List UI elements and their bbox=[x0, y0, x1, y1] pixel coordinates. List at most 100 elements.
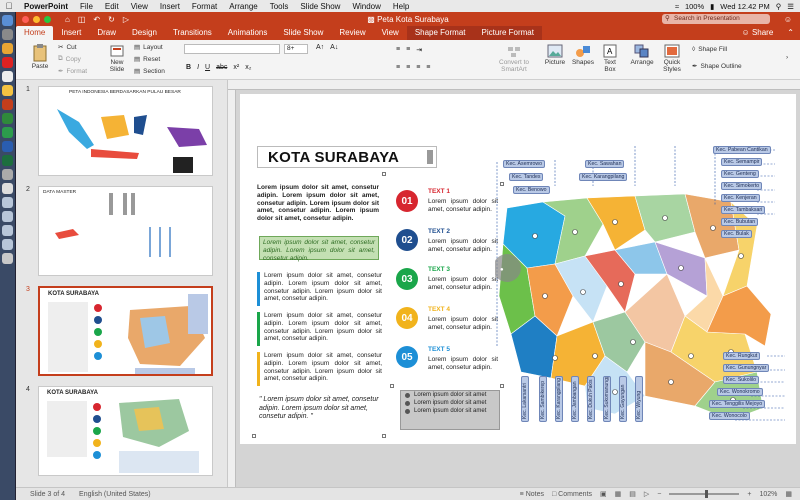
tab-transitions[interactable]: Transitions bbox=[165, 26, 220, 40]
kec-label[interactable]: Kec. Tenggilis Mejoyo bbox=[709, 400, 766, 408]
subscript-button[interactable]: x₂ bbox=[245, 64, 251, 71]
zoom-in-icon[interactable]: + bbox=[747, 491, 751, 498]
justify-icon[interactable]: ≡ bbox=[426, 64, 430, 71]
slide-thumbnail-3[interactable]: KOTA SURABAYA bbox=[38, 286, 213, 376]
kec-label[interactable]: Kec. Dukuh Pakis bbox=[587, 376, 595, 422]
decrease-font-icon[interactable]: A↓ bbox=[330, 44, 338, 51]
share-button[interactable]: ☺ Share bbox=[734, 26, 782, 40]
bold-text-block[interactable]: Lorem ipsum dolor sit amet, consetur adi… bbox=[257, 184, 379, 223]
slide-thumbnail-4[interactable]: KOTA SURABAYA bbox=[38, 386, 213, 476]
number-circle-01[interactable]: 01 bbox=[396, 190, 418, 212]
tab-review[interactable]: Review bbox=[331, 26, 373, 40]
menu-slideshow[interactable]: Slide Show bbox=[294, 2, 346, 11]
folder-icon-3[interactable] bbox=[2, 225, 13, 236]
sorter-view-icon[interactable]: ▦ bbox=[615, 490, 622, 498]
bold-button[interactable]: B bbox=[186, 64, 191, 71]
underline-button[interactable]: U bbox=[205, 64, 210, 71]
folder-icon[interactable] bbox=[2, 197, 13, 208]
numbering-icon[interactable]: ≡ bbox=[406, 46, 410, 54]
redo-icon[interactable]: ↻ bbox=[108, 15, 115, 24]
sheets-icon[interactable] bbox=[2, 155, 13, 166]
tab-animations[interactable]: Animations bbox=[220, 26, 276, 40]
menu-file[interactable]: File bbox=[74, 2, 99, 11]
shapes-button[interactable]: Shapes bbox=[570, 44, 596, 66]
item-desc-4[interactable]: Lorem ipsum dolor sit amet, consetur adi… bbox=[428, 316, 498, 332]
reset-button[interactable]: ▤ Reset bbox=[134, 55, 160, 64]
italic-button[interactable]: I bbox=[197, 64, 199, 71]
calendar-icon[interactable] bbox=[2, 71, 13, 82]
kec-label[interactable]: Kec. Tandes bbox=[509, 173, 544, 181]
powerpoint-icon[interactable] bbox=[2, 99, 13, 110]
kec-label[interactable]: Kec. Sukolilo bbox=[723, 376, 759, 384]
slide-thumbnail-2[interactable]: DATA MASTER bbox=[38, 186, 213, 276]
folder-icon-2[interactable] bbox=[2, 211, 13, 222]
number-circle-03[interactable]: 03 bbox=[396, 268, 418, 290]
menu-format[interactable]: Format bbox=[186, 2, 223, 11]
slide-title[interactable]: KOTA SURABAYA bbox=[257, 146, 437, 168]
app-icon[interactable] bbox=[2, 169, 13, 180]
shape-fill-button[interactable]: ◊ Shape Fill bbox=[692, 46, 727, 53]
selection-handle[interactable] bbox=[382, 434, 386, 438]
kec-label[interactable]: Kec. Lakarsantri bbox=[521, 376, 529, 422]
font-name-input[interactable] bbox=[184, 44, 280, 54]
menu-edit[interactable]: Edit bbox=[99, 2, 125, 11]
tab-draw[interactable]: Draw bbox=[89, 26, 124, 40]
save-icon[interactable]: ◫ bbox=[78, 15, 86, 24]
menu-tools[interactable]: Tools bbox=[264, 2, 295, 11]
item-desc-1[interactable]: Lorem ipsum dolor sit amet, consetur adi… bbox=[428, 198, 498, 214]
paste-button[interactable]: Paste bbox=[26, 44, 54, 70]
normal-view-icon[interactable]: ▣ bbox=[600, 490, 607, 498]
kec-label[interactable]: Kec. Jambangan bbox=[571, 376, 579, 422]
text-block-1[interactable]: Lorem ipsum dolor sit amet, consetur adi… bbox=[264, 272, 382, 303]
kec-label[interactable]: Kec. Wiyung bbox=[635, 376, 643, 422]
notes-button[interactable]: ≡ Notes bbox=[520, 491, 544, 498]
bullets-icon[interactable]: ≡ bbox=[396, 46, 400, 54]
number-circle-02[interactable]: 02 bbox=[396, 229, 418, 251]
horizontal-ruler[interactable] bbox=[228, 80, 800, 90]
chrome-icon[interactable] bbox=[2, 43, 13, 54]
excel-icon[interactable] bbox=[2, 113, 13, 124]
kec-label[interactable]: Kec. Bulak bbox=[721, 230, 752, 238]
menu-view[interactable]: View bbox=[125, 2, 154, 11]
whatsapp-icon[interactable] bbox=[2, 127, 13, 138]
text-block-3[interactable]: Lorem ipsum dolor sit amet, consetur adi… bbox=[264, 352, 382, 383]
layout-button[interactable]: ▤ Layout bbox=[134, 43, 163, 52]
spotlight-icon[interactable]: ⚲ bbox=[776, 2, 782, 11]
vertical-ruler[interactable] bbox=[228, 90, 236, 487]
kec-label[interactable]: Kec. Tambaksari bbox=[721, 206, 766, 214]
ribbon-more-icon[interactable]: › bbox=[786, 54, 788, 61]
item-desc-3[interactable]: Lorem ipsum dolor sit amet, consetur adi… bbox=[428, 276, 498, 292]
kec-label[interactable]: Kec. Sawahan bbox=[585, 160, 625, 168]
kec-label[interactable]: Kec. Genteng bbox=[721, 170, 759, 178]
cut-button[interactable]: ✂ Cut bbox=[58, 43, 77, 52]
tab-picture-format[interactable]: Picture Format bbox=[473, 26, 542, 40]
word-icon[interactable] bbox=[2, 141, 13, 152]
selection-handle[interactable] bbox=[390, 384, 394, 388]
item-desc-2[interactable]: Lorem ipsum dolor sit amet, consetur adi… bbox=[428, 238, 498, 254]
language-indicator[interactable]: English (United States) bbox=[65, 491, 151, 498]
minimize-icon[interactable] bbox=[33, 15, 40, 23]
zoom-level[interactable]: 102% bbox=[759, 491, 777, 498]
shape-outline-button[interactable]: ✒ Shape Outline bbox=[692, 62, 742, 71]
tab-home[interactable]: Home bbox=[16, 26, 54, 40]
align-center-icon[interactable]: ≡ bbox=[406, 64, 410, 71]
finder-icon[interactable] bbox=[2, 15, 13, 26]
tab-shape-format[interactable]: Shape Format bbox=[406, 26, 474, 40]
menu-app[interactable]: PowerPoint bbox=[18, 2, 74, 11]
tab-insert[interactable]: Insert bbox=[53, 26, 89, 40]
item-desc-5[interactable]: Lorem ipsum dolor sit amet, consetur adi… bbox=[428, 356, 498, 372]
increase-font-icon[interactable]: A↑ bbox=[316, 44, 324, 51]
tab-design[interactable]: Design bbox=[124, 26, 165, 40]
zoom-out-icon[interactable]: − bbox=[657, 491, 661, 498]
kec-label[interactable]: Kec. Wonokromo bbox=[717, 388, 763, 396]
tab-view[interactable]: View bbox=[374, 26, 407, 40]
selection-handle[interactable] bbox=[252, 434, 256, 438]
clock[interactable]: Wed 12.42 PM bbox=[720, 2, 769, 11]
play-icon[interactable]: ▷ bbox=[123, 15, 129, 24]
font-size-input[interactable]: 8+ bbox=[284, 44, 308, 54]
notes-icon[interactable] bbox=[2, 85, 13, 96]
reading-view-icon[interactable]: ▤ bbox=[629, 490, 636, 498]
trash-icon[interactable] bbox=[2, 253, 13, 264]
home-icon[interactable]: ⌂ bbox=[65, 15, 70, 24]
fit-slide-icon[interactable]: ▦ bbox=[785, 490, 792, 498]
